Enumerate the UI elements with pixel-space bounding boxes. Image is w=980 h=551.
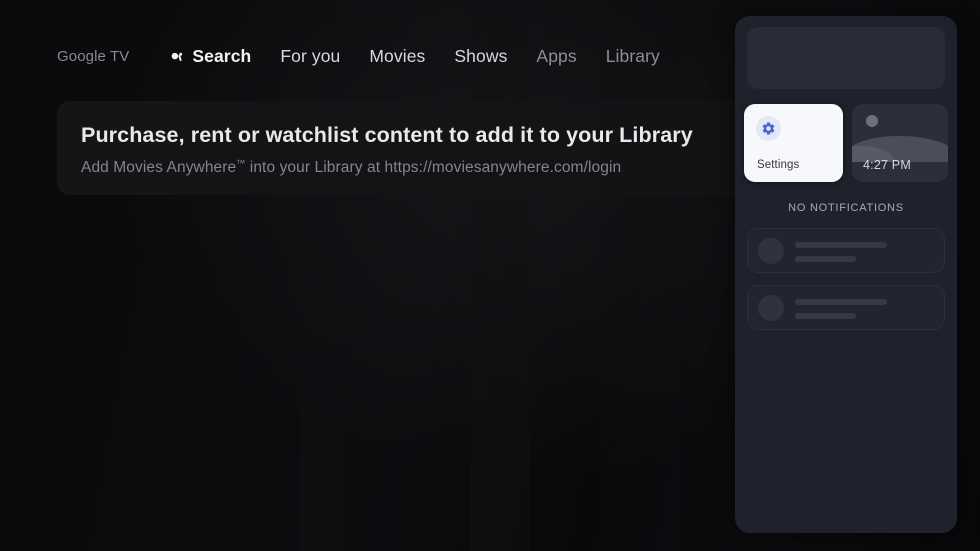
nav-item-for-you[interactable]: For you [280, 46, 340, 67]
no-notifications-label: NO NOTIFICATIONS [788, 202, 904, 214]
background-band [300, 0, 340, 551]
nav-item-search-label: Search [192, 45, 252, 66]
quick-settings-tiles: Settings 4:27 PM [744, 104, 948, 182]
moon-icon [866, 115, 878, 127]
avatar [758, 295, 784, 321]
trademark-symbol: ™ [236, 158, 246, 168]
avatar [758, 238, 784, 264]
tile-settings[interactable]: Settings [744, 104, 843, 182]
banner-subtitle-after: into your Library at https://moviesanywh… [245, 159, 622, 177]
tile-settings-label: Settings [757, 159, 800, 171]
tile-clock-label: 4:27 PM [863, 158, 911, 172]
top-navigation-bar: Google TV Search For you Movies Shows Ap… [0, 38, 689, 74]
background-band [600, 0, 680, 551]
nav-item-apps[interactable]: Apps [536, 46, 576, 67]
panel-header-card[interactable] [747, 27, 945, 89]
skeleton-line [795, 242, 887, 248]
tile-clock[interactable]: 4:27 PM [852, 104, 948, 182]
skeleton-line [795, 256, 856, 262]
banner-subtitle: Add Movies Anywhere™ into your Library a… [81, 158, 817, 177]
library-promo-banner[interactable]: Purchase, rent or watchlist content to a… [57, 101, 817, 195]
tv-home-screen: Google TV Search For you Movies Shows Ap… [0, 0, 980, 551]
skeleton-line [795, 313, 856, 319]
skeleton-line [795, 299, 887, 305]
notification-placeholder[interactable] [747, 228, 945, 273]
google-tv-logo: Google TV [57, 47, 130, 65]
search-icon [170, 50, 185, 65]
nav-item-search[interactable]: Search [170, 46, 251, 67]
notification-placeholder[interactable] [747, 285, 945, 330]
nav-item-shows[interactable]: Shows [454, 46, 507, 67]
nav-item-movies[interactable]: Movies [369, 46, 425, 67]
nav-item-library[interactable]: Library [606, 46, 660, 67]
banner-subtitle-before: Add Movies Anywhere [81, 159, 237, 177]
banner-title: Purchase, rent or watchlist content to a… [81, 123, 693, 147]
notification-panel: Settings 4:27 PM NO NOTIFICATIONS [735, 16, 957, 533]
background-band [470, 0, 530, 551]
gear-icon [756, 116, 781, 141]
